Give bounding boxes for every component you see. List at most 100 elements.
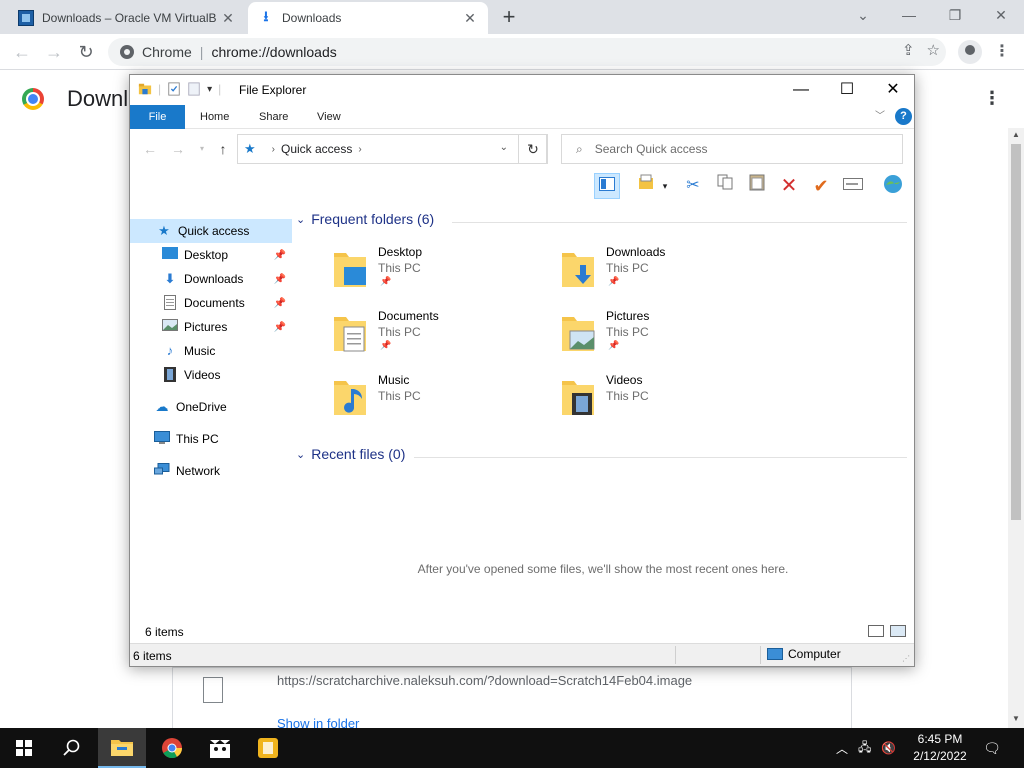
refresh-button[interactable]: ↻: [518, 134, 548, 164]
checkmark-icon[interactable]: ✔: [808, 173, 834, 199]
pin-icon[interactable]: 📌: [274, 298, 286, 309]
pin-icon[interactable]: 📌: [274, 250, 286, 261]
taskbar-app-yellow[interactable]: [244, 728, 292, 768]
delete-icon[interactable]: ✕: [776, 173, 802, 199]
page-scrollbar[interactable]: ▲ ▼: [1008, 128, 1024, 728]
nav-onedrive[interactable]: ☁ OneDrive: [130, 395, 292, 419]
nav-downloads[interactable]: ⬇ Downloads 📌: [130, 267, 292, 291]
ribbon-tabs: File Home Share View ﹀ ?: [130, 105, 914, 129]
up-one-level-button[interactable]: ↑: [213, 139, 233, 159]
details-view-icon[interactable]: [868, 625, 884, 637]
rename-icon[interactable]: [840, 173, 866, 199]
nav-videos[interactable]: Videos: [130, 363, 292, 387]
folder-tile-videos[interactable]: Videos This PC: [560, 373, 780, 431]
volume-muted-icon[interactable]: 🔇: [881, 741, 896, 755]
scrollbar-thumb[interactable]: [1011, 144, 1021, 520]
recent-locations-icon[interactable]: ▾: [192, 139, 212, 159]
pin-icon[interactable]: 📌: [274, 274, 286, 285]
tab-close-icon[interactable]: ✕: [220, 10, 236, 27]
folder-tile-desktop[interactable]: Desktop This PC 📌: [332, 245, 552, 303]
nav-label: Downloads: [184, 272, 244, 286]
view-switcher: [868, 625, 906, 637]
paste-icon[interactable]: [744, 173, 770, 199]
resize-grip-icon[interactable]: ⋰: [902, 654, 910, 663]
reload-button[interactable]: ↻: [72, 38, 100, 66]
explorer-forward-button[interactable]: →: [168, 139, 188, 159]
recent-files-header[interactable]: ⌄ Recent files (0): [296, 446, 405, 462]
scroll-down-icon[interactable]: ▼: [1008, 714, 1024, 723]
breadcrumb-separator-icon[interactable]: ›: [272, 144, 275, 155]
copy-icon[interactable]: [712, 173, 738, 199]
large-icons-view-icon[interactable]: [890, 625, 906, 637]
properties-icon[interactable]: [167, 82, 181, 96]
qat-dropdown-icon[interactable]: ▾: [207, 84, 212, 95]
bookmark-star-icon[interactable]: ☆: [927, 41, 940, 59]
tab-share[interactable]: Share: [245, 105, 302, 129]
collapse-chevron-icon[interactable]: ⌄: [296, 213, 305, 226]
download-url[interactable]: https://scratcharchive.naleksuh.com/?dow…: [277, 673, 692, 688]
close-window-button[interactable]: ✕: [978, 0, 1024, 32]
breadcrumb-separator-icon[interactable]: ›: [358, 144, 361, 155]
frequent-folders-header[interactable]: ⌄ Frequent folders (6): [296, 211, 434, 227]
folder-tile-documents[interactable]: Documents This PC 📌: [332, 309, 552, 367]
chrome-menu-icon[interactable]: ⋮: [994, 40, 1010, 64]
taskbar-scratch-app[interactable]: [196, 728, 244, 768]
start-button[interactable]: [0, 728, 48, 768]
tab-search-icon[interactable]: ⌄: [840, 0, 886, 32]
help-button[interactable]: ?: [895, 108, 912, 125]
action-center-icon[interactable]: 🗨: [976, 728, 1008, 768]
restore-button[interactable]: ❐: [932, 0, 978, 32]
pin-icon[interactable]: 📌: [274, 322, 286, 333]
nav-quick-access[interactable]: ★ Quick access: [130, 219, 292, 243]
explorer-close-button[interactable]: ✕: [870, 75, 916, 105]
tab-close-icon[interactable]: ✕: [462, 10, 478, 27]
forward-button[interactable]: →: [40, 38, 68, 66]
collapse-chevron-icon[interactable]: ⌄: [296, 448, 305, 461]
downloads-menu-icon[interactable]: ⋮: [983, 88, 1001, 109]
taskbar-clock[interactable]: 6:45 PM 2/12/2022: [900, 731, 980, 765]
taskbar-file-explorer[interactable]: [98, 728, 146, 768]
tab-file[interactable]: File: [130, 105, 185, 129]
nav-this-pc[interactable]: This PC: [130, 427, 292, 451]
new-tab-button[interactable]: +: [498, 4, 520, 30]
nav-desktop[interactable]: Desktop 📌: [130, 243, 292, 267]
new-item-icon[interactable]: [634, 173, 660, 199]
search-button[interactable]: [48, 728, 96, 768]
tab-virtualbox-downloads[interactable]: Downloads – Oracle VM VirtualB ✕: [8, 2, 246, 34]
omnibox[interactable]: Chrome | chrome://downloads ⇪ ☆: [108, 38, 946, 66]
profile-avatar[interactable]: [958, 40, 982, 64]
nav-documents[interactable]: Documents 📌: [130, 291, 292, 315]
breadcrumb-quick-access[interactable]: Quick access: [281, 142, 352, 156]
nav-music[interactable]: ♪ Music: [130, 339, 292, 363]
explorer-back-button[interactable]: ←: [140, 139, 160, 159]
tab-downloads[interactable]: ⭳ Downloads ✕: [248, 2, 488, 34]
address-dropdown-icon[interactable]: ⌄: [500, 142, 508, 153]
folder-tile-pictures[interactable]: Pictures This PC 📌: [560, 309, 780, 367]
taskbar-chrome[interactable]: [148, 728, 196, 768]
clock-date: 2/12/2022: [913, 749, 967, 763]
minimize-button[interactable]: —: [886, 0, 932, 32]
new-folder-icon[interactable]: [187, 82, 201, 96]
tab-home[interactable]: Home: [186, 105, 243, 129]
back-button[interactable]: ←: [8, 38, 36, 66]
cut-icon[interactable]: ✂: [680, 173, 706, 199]
scroll-up-icon[interactable]: ▲: [1008, 130, 1024, 139]
address-bar[interactable]: ★ › Quick access › ⌄: [237, 134, 547, 164]
nav-pictures[interactable]: Pictures 📌: [130, 315, 292, 339]
download-favicon-icon: ⭳: [263, 8, 269, 24]
show-hidden-icons-icon[interactable]: ︿: [836, 740, 848, 757]
explorer-maximize-button[interactable]: ☐: [824, 75, 870, 105]
search-box[interactable]: ⌕ Search Quick access: [561, 134, 903, 164]
expand-ribbon-icon[interactable]: ﹀: [875, 107, 885, 122]
tab-view[interactable]: View: [303, 105, 355, 129]
explorer-minimize-button[interactable]: —: [778, 75, 824, 105]
folder-tile-music[interactable]: Music This PC: [332, 373, 552, 431]
share-icon[interactable]: ⇪: [902, 41, 915, 59]
status-separator: [760, 646, 761, 664]
preview-pane-icon[interactable]: [594, 173, 620, 199]
folder-tile-downloads[interactable]: Downloads This PC 📌: [560, 245, 780, 303]
globe-icon[interactable]: [880, 173, 906, 199]
nav-network[interactable]: Network: [130, 459, 292, 483]
new-item-dropdown-icon[interactable]: ▾: [658, 173, 672, 199]
network-tray-icon[interactable]: 🖧: [858, 738, 871, 759]
